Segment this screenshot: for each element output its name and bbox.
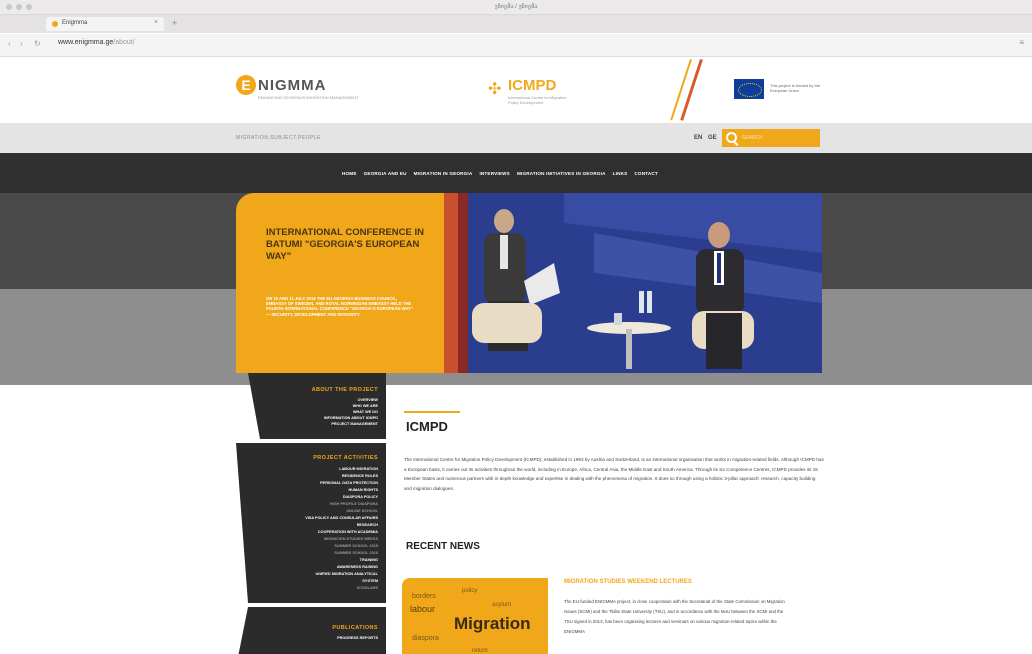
search-input[interactable]: [742, 133, 814, 143]
sidebar-item-overview[interactable]: OVERVIEW: [358, 398, 378, 402]
nav-interviews[interactable]: INTERVIEWS: [479, 171, 510, 176]
svg-text:policy: policy: [462, 588, 477, 594]
nav-georgia-and-eu[interactable]: GEORGIA AND EU: [364, 171, 407, 176]
nav-home[interactable]: HOME: [342, 171, 357, 176]
sidebar: ABOUT THE PROJECT OVERVIEW WHO WE ARE WH…: [236, 373, 386, 654]
sidebar-activity-item[interactable]: HIGH PROFILE DIASPORA: [330, 502, 378, 506]
search-box: [722, 129, 820, 147]
top-strip: MIGRATION.SUBJECT.PEOPLE EN GE: [0, 123, 1032, 153]
sidebar-activity-item[interactable]: DIASPORA POLICY: [343, 495, 378, 499]
site-header: E NIGMMA ENHANCING GEORGIA'S MIGRATION M…: [0, 57, 1032, 123]
back-icon[interactable]: ‹: [8, 39, 11, 48]
news-excerpt: The EU-funded ENIGMMA project, in close …: [564, 599, 785, 634]
sidebar-activity-item[interactable]: LABOUR MIGRATION: [339, 467, 378, 471]
enigmma-logo-subtitle: ENHANCING GEORGIA'S MIGRATION MANAGEMENT: [258, 95, 359, 100]
window-titlebar: ენიგმა / ენიგმა: [0, 0, 1032, 15]
enigmma-logo-icon[interactable]: E: [236, 75, 256, 95]
hero-description: ON 10 AND 11 JULY 2016 THE EU-GEORGIA BU…: [266, 296, 413, 317]
sidebar-activity-item[interactable]: TRAINING: [360, 558, 378, 562]
sidebar-activity-item[interactable]: SYSTEM: [362, 579, 378, 583]
lang-ge-link[interactable]: GE: [708, 135, 717, 141]
svg-text:return: return: [472, 648, 488, 654]
hero-photo[interactable]: [444, 193, 822, 373]
sidebar-activity-item[interactable]: SUMMER SCHOOL 2015: [334, 544, 378, 548]
nav-migration-in-georgia[interactable]: MIGRATION IN GEORGIA: [414, 171, 473, 176]
sidebar-activity-item[interactable]: RESEARCH: [357, 523, 378, 527]
browser-tab[interactable]: Enigmma ×: [46, 17, 164, 31]
icmpd-logo-subtitle: International Centre for Migration Polic…: [508, 95, 567, 105]
svg-text:diaspora: diaspora: [412, 635, 439, 642]
main-nav: HOME GEORGIA AND EU MIGRATION IN GEORGIA…: [342, 171, 658, 176]
icmpd-logo-icon: ✣: [488, 81, 502, 98]
search-icon[interactable]: [726, 132, 737, 143]
svg-text:borders: borders: [412, 593, 436, 600]
lang-en-link[interactable]: EN: [694, 135, 702, 141]
sidebar-about-block: ABOUT THE PROJECT OVERVIEW WHO WE ARE WH…: [248, 373, 386, 439]
tab-bar: Enigmma × +: [0, 15, 1032, 33]
icmpd-logo-text[interactable]: ICMPD: [508, 77, 556, 94]
decorative-slash: [680, 59, 703, 121]
tab-label: Enigmma: [62, 20, 88, 26]
sidebar-activity-item[interactable]: SUMMER SCHOOL 2016: [334, 551, 378, 555]
sidebar-activity-item[interactable]: RESIDENCE RULES: [342, 474, 378, 478]
nav-links[interactable]: LINKS: [613, 171, 628, 176]
eu-funding-text: This project is funded by the European U…: [770, 83, 821, 93]
forward-icon[interactable]: ›: [20, 39, 23, 48]
sidebar-item-what-we-do[interactable]: WHAT WE DO: [353, 410, 378, 414]
main-content: ICMPD The International Centre for Migra…: [398, 373, 828, 654]
sidebar-activity-item[interactable]: AWARENESS RAISING: [337, 565, 378, 569]
icmpd-intro-text: The International Centre for Migration P…: [404, 457, 824, 491]
nav-contact[interactable]: CONTACT: [634, 171, 658, 176]
section-title-recent-news: RECENT NEWS: [406, 541, 480, 552]
sidebar-activity-item[interactable]: ONLINE SCHOOL: [346, 509, 378, 513]
decorative-slash: [670, 59, 692, 121]
eu-flag-icon: [734, 79, 764, 99]
sidebar-item-icmpd-info[interactable]: INFORMATION ABOUT ICMPD: [324, 416, 378, 420]
sidebar-activity-item[interactable]: COOPERATION WITH ACADEMIA: [318, 530, 378, 534]
favicon-icon: [52, 21, 58, 27]
reload-icon[interactable]: ↻: [34, 39, 41, 48]
sidebar-item-progress-reports[interactable]: PROGRESS REPORTS: [337, 636, 378, 640]
hero-title[interactable]: INTERNATIONAL CONFERENCE IN BATUMI "GEOR…: [266, 227, 444, 263]
sidebar-activities-block: PROJECT ACTIVITIES LABOUR MIGRATION RESID…: [236, 443, 386, 603]
svg-text:labour: labour: [410, 604, 435, 614]
address-bar: ‹ › ↻ www.enigmma.ge/about/ ≡: [0, 34, 1032, 57]
sidebar-heading-about: ABOUT THE PROJECT: [311, 387, 378, 393]
new-tab-button[interactable]: +: [172, 18, 177, 28]
news-title[interactable]: MIGRATION STUDIES WEEKEND LECTURES: [564, 579, 692, 585]
nav-migration-initiatives[interactable]: MIGRATION INITIATIVES IN GEORGIA: [517, 171, 606, 176]
url-host: www.enigmma.ge: [58, 39, 114, 46]
main-nav-bar: HOME GEORGIA AND EU MIGRATION IN GEORGIA…: [0, 153, 1032, 193]
tab-close-icon[interactable]: ×: [154, 19, 158, 26]
site-tagline: MIGRATION.SUBJECT.PEOPLE: [236, 135, 321, 141]
url-field[interactable]: www.enigmma.ge/about/: [58, 39, 135, 46]
hero-caption-panel[interactable]: INTERNATIONAL CONFERENCE IN BATUMI "GEOR…: [236, 193, 444, 373]
sidebar-heading-publications: PUBLICATIONS: [332, 625, 378, 631]
sidebar-activity-item[interactable]: SCHOLARS: [357, 586, 378, 590]
svg-text:asylum: asylum: [492, 602, 511, 608]
section-rule: [404, 411, 460, 413]
section-title-icmpd: ICMPD: [406, 419, 448, 434]
sidebar-activity-item[interactable]: UNIFIED MIGRATION ANALYTICAL: [315, 572, 378, 576]
window-title: ენიგმა / ენიგმა: [494, 4, 538, 10]
browser-menu-icon[interactable]: ≡: [1019, 38, 1024, 47]
sidebar-activity-item[interactable]: HUMAN RIGHTS: [348, 488, 378, 492]
conference-photo: [444, 193, 822, 373]
url-path: /about/: [113, 39, 135, 46]
sidebar-heading-activities: PROJECT ACTIVITIES: [313, 455, 378, 461]
enigmma-logo-text[interactable]: NIGMMA: [258, 77, 327, 94]
news-thumbnail[interactable]: borders policy labour asylum diaspora re…: [402, 578, 548, 654]
web-page: E NIGMMA ENHANCING GEORGIA'S MIGRATION M…: [0, 57, 1032, 654]
sidebar-activity-item[interactable]: PERSONAL DATA PROTECTION: [320, 481, 378, 485]
sidebar-publications-block: PUBLICATIONS PROGRESS REPORTS: [236, 607, 386, 654]
sidebar-item-project-management[interactable]: PROJECT MANAGEMENT: [331, 422, 378, 426]
sidebar-activity-item[interactable]: VISA POLICY AND CONSULAR AFFAIRS: [305, 516, 378, 520]
sidebar-item-who-we-are[interactable]: WHO WE ARE: [353, 404, 378, 408]
news-thumbnail-word: Migration: [454, 614, 531, 633]
sidebar-activity-item[interactable]: MIGRATION STUDIES WEEKS: [324, 537, 378, 541]
